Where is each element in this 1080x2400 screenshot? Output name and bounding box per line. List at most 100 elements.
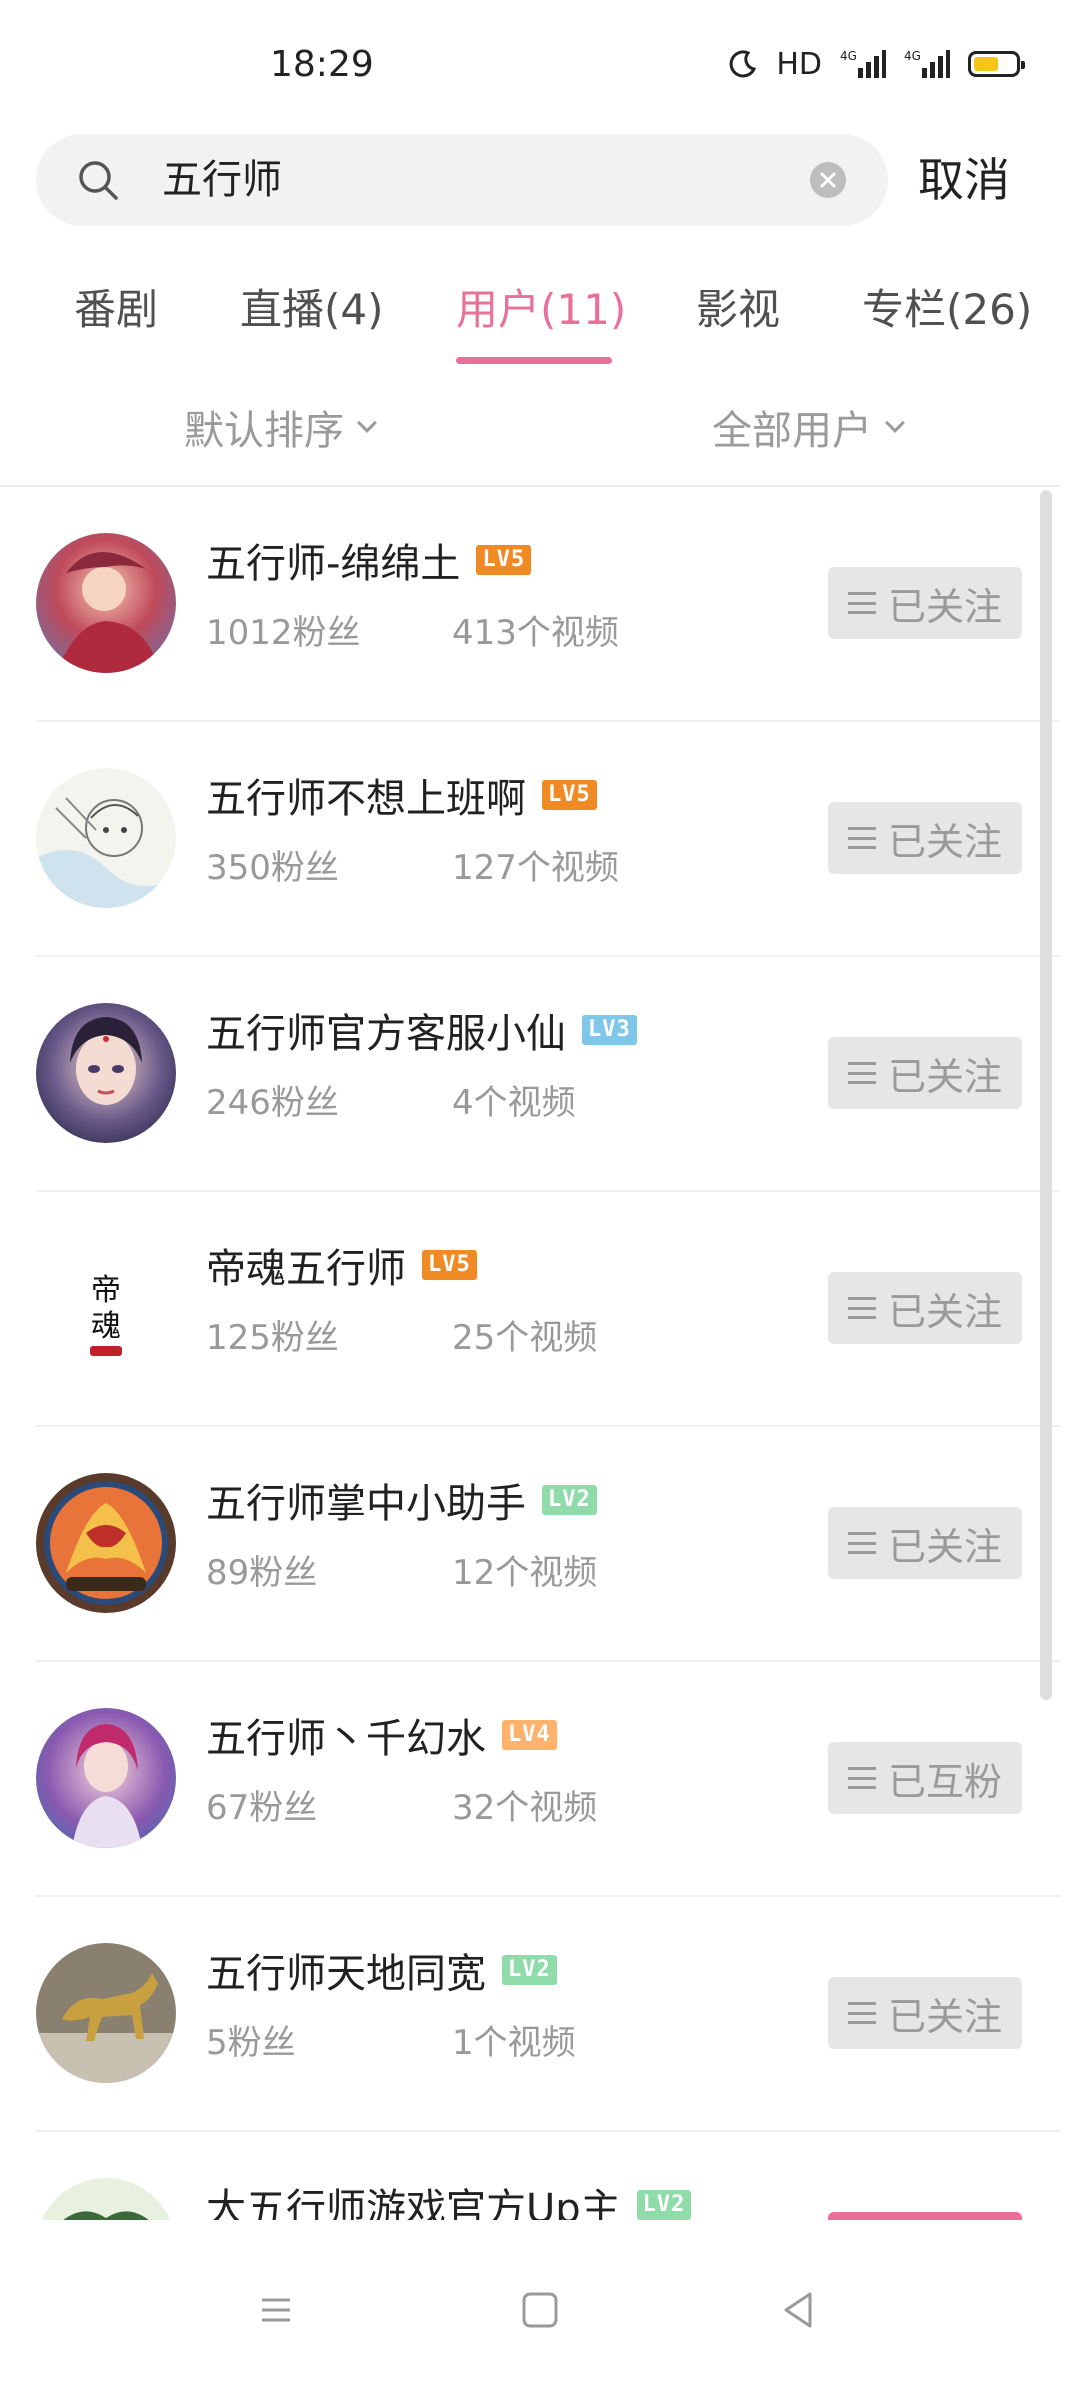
scope-filter-label: 全部用户 bbox=[712, 408, 872, 454]
cancel-button[interactable]: 取消 bbox=[918, 134, 1010, 226]
menu-icon bbox=[847, 592, 876, 614]
sort-filter-label: 默认排序 bbox=[184, 408, 344, 454]
follow-button[interactable]: 已关注 bbox=[828, 1977, 1022, 2049]
user-name-line: 五行师-绵绵土 LV5 bbox=[206, 531, 532, 589]
tab-anime[interactable]: 番剧 bbox=[74, 276, 158, 337]
follow-button[interactable]: 已关注 bbox=[828, 802, 1022, 874]
status-time: 18:29 bbox=[270, 44, 374, 85]
user-name-line: 五行师丶千幻水 LV4 bbox=[206, 1706, 557, 1764]
signal-icon-2: 4G bbox=[904, 48, 950, 80]
battery-icon bbox=[968, 51, 1025, 77]
avatar[interactable] bbox=[36, 533, 176, 673]
user-name-line: 五行师不想上班啊 LV5 bbox=[206, 766, 597, 824]
fans-count: 125粉丝 bbox=[206, 1318, 339, 1358]
fans-count: 5粉丝 bbox=[206, 2023, 296, 2063]
user-name[interactable]: 五行师天地同宽 bbox=[206, 1941, 486, 1999]
avatar-logo-text-2: 魂 bbox=[91, 1309, 121, 1344]
user-row[interactable]: 五行师不想上班啊 LV5 350粉丝 127个视频 已关注 bbox=[0, 722, 1060, 957]
user-row[interactable]: 五行师-绵绵土 LV5 1012粉丝 413个视频 已关注 bbox=[0, 487, 1060, 722]
video-count: 413个视频 bbox=[452, 613, 619, 653]
hd-label: HD bbox=[776, 46, 822, 82]
user-row[interactable]: 大五行师游戏官方Up主 LV2 bbox=[0, 2132, 1060, 2220]
follow-button[interactable]: 已关注 bbox=[828, 1037, 1022, 1109]
chevron-down-icon bbox=[885, 413, 905, 433]
menu-icon bbox=[847, 1767, 876, 1789]
user-name[interactable]: 帝魂五行师 bbox=[206, 1236, 406, 1294]
user-row[interactable]: 五行师天地同宽 LV2 5粉丝 1个视频 已关注 bbox=[0, 1897, 1060, 2132]
fans-count: 246粉丝 bbox=[206, 1083, 339, 1123]
tab-film[interactable]: 影视 bbox=[696, 276, 780, 337]
signal-icon: 4G bbox=[840, 48, 886, 80]
level-badge: LV5 bbox=[542, 780, 597, 810]
level-badge: LV2 bbox=[542, 1485, 597, 1515]
avatar[interactable] bbox=[36, 1003, 176, 1143]
video-count: 127个视频 bbox=[452, 848, 619, 888]
system-nav-bar bbox=[0, 2220, 1080, 2400]
user-row[interactable]: 帝 魂 帝魂五行师 LV5 125粉丝 25个视频 已关注 bbox=[0, 1192, 1060, 1427]
user-name[interactable]: 五行师丶千幻水 bbox=[206, 1706, 486, 1764]
follow-button-label: 已关注 bbox=[887, 584, 1002, 629]
search-input[interactable] bbox=[162, 134, 802, 226]
follow-button[interactable] bbox=[828, 2212, 1022, 2220]
nav-back-icon[interactable] bbox=[772, 2284, 824, 2336]
level-badge: LV2 bbox=[502, 1955, 557, 1985]
user-name[interactable]: 大五行师游戏官方Up主 bbox=[206, 2176, 621, 2220]
search-bar[interactable] bbox=[36, 134, 888, 226]
level-badge: LV5 bbox=[476, 545, 532, 575]
search-icon bbox=[76, 158, 120, 202]
level-badge: LV3 bbox=[582, 1015, 637, 1045]
avatar[interactable] bbox=[36, 1473, 176, 1613]
fans-count: 89粉丝 bbox=[206, 1553, 318, 1593]
user-name[interactable]: 五行师掌中小助手 bbox=[206, 1471, 526, 1529]
follow-button-label: 已关注 bbox=[887, 1054, 1002, 1099]
avatar[interactable]: 帝 魂 bbox=[36, 1238, 176, 1378]
nav-home-icon[interactable] bbox=[514, 2284, 566, 2336]
menu-icon bbox=[847, 1297, 876, 1319]
follow-button-label: 已关注 bbox=[887, 1289, 1002, 1334]
user-name[interactable]: 五行师官方客服小仙 bbox=[206, 1001, 566, 1059]
avatar[interactable] bbox=[36, 1708, 176, 1848]
menu-icon bbox=[847, 2002, 876, 2024]
video-count: 12个视频 bbox=[452, 1553, 598, 1593]
fans-count: 67粉丝 bbox=[206, 1788, 318, 1828]
fans-count: 350粉丝 bbox=[206, 848, 339, 888]
sort-filter[interactable]: 默认排序 bbox=[184, 398, 377, 456]
mutual-follow-button[interactable]: 已互粉 bbox=[828, 1742, 1022, 1814]
nav-menu-icon[interactable] bbox=[250, 2284, 302, 2336]
video-count: 4个视频 bbox=[452, 1083, 576, 1123]
menu-icon bbox=[847, 1062, 876, 1084]
follow-button[interactable]: 已关注 bbox=[828, 1507, 1022, 1579]
user-name-line: 五行师掌中小助手 LV2 bbox=[206, 1471, 597, 1529]
clear-icon[interactable] bbox=[810, 162, 846, 198]
user-row[interactable]: 五行师掌中小助手 LV2 89粉丝 12个视频 已关注 bbox=[0, 1427, 1060, 1662]
avatar[interactable] bbox=[36, 768, 176, 908]
user-row[interactable]: 五行师丶千幻水 LV4 67粉丝 32个视频 已互粉 bbox=[0, 1662, 1060, 1897]
scrollbar[interactable] bbox=[1040, 490, 1052, 1700]
avatar[interactable] bbox=[36, 2178, 176, 2220]
user-row[interactable]: 五行师官方客服小仙 LV3 246粉丝 4个视频 已关注 bbox=[0, 957, 1060, 1192]
status-bar: 18:29 HD 4G 4G bbox=[0, 0, 1080, 130]
avatar[interactable] bbox=[36, 1943, 176, 2083]
filter-bar: 默认排序 全部用户 bbox=[0, 390, 1080, 470]
follow-button-label: 已关注 bbox=[887, 1524, 1002, 1569]
tab-live[interactable]: 直播(4) bbox=[240, 276, 384, 337]
user-name[interactable]: 五行师-绵绵土 bbox=[206, 531, 460, 589]
follow-button[interactable]: 已关注 bbox=[828, 1272, 1022, 1344]
video-count: 25个视频 bbox=[452, 1318, 598, 1358]
menu-icon bbox=[847, 827, 876, 849]
user-name-line: 帝魂五行师 LV5 bbox=[206, 1236, 477, 1294]
tab-columns[interactable]: 专栏(26) bbox=[862, 276, 1032, 337]
follow-button[interactable]: 已关注 bbox=[828, 567, 1022, 639]
user-name-line: 五行师官方客服小仙 LV3 bbox=[206, 1001, 637, 1059]
follow-button-label: 已关注 bbox=[887, 819, 1002, 864]
moon-icon bbox=[728, 49, 758, 79]
level-badge: LV2 bbox=[636, 2190, 692, 2220]
video-count: 1个视频 bbox=[452, 2023, 576, 2063]
logo-icon: 帝 魂 bbox=[36, 1238, 176, 1378]
user-name[interactable]: 五行师不想上班啊 bbox=[206, 766, 526, 824]
tab-users[interactable]: 用户(11) bbox=[456, 276, 626, 337]
scope-filter[interactable]: 全部用户 bbox=[712, 398, 905, 456]
avatar-logo-text-1: 帝 bbox=[91, 1273, 121, 1308]
svg-text:4G: 4G bbox=[904, 49, 921, 63]
user-name-line: 大五行师游戏官方Up主 LV2 bbox=[206, 2176, 692, 2220]
